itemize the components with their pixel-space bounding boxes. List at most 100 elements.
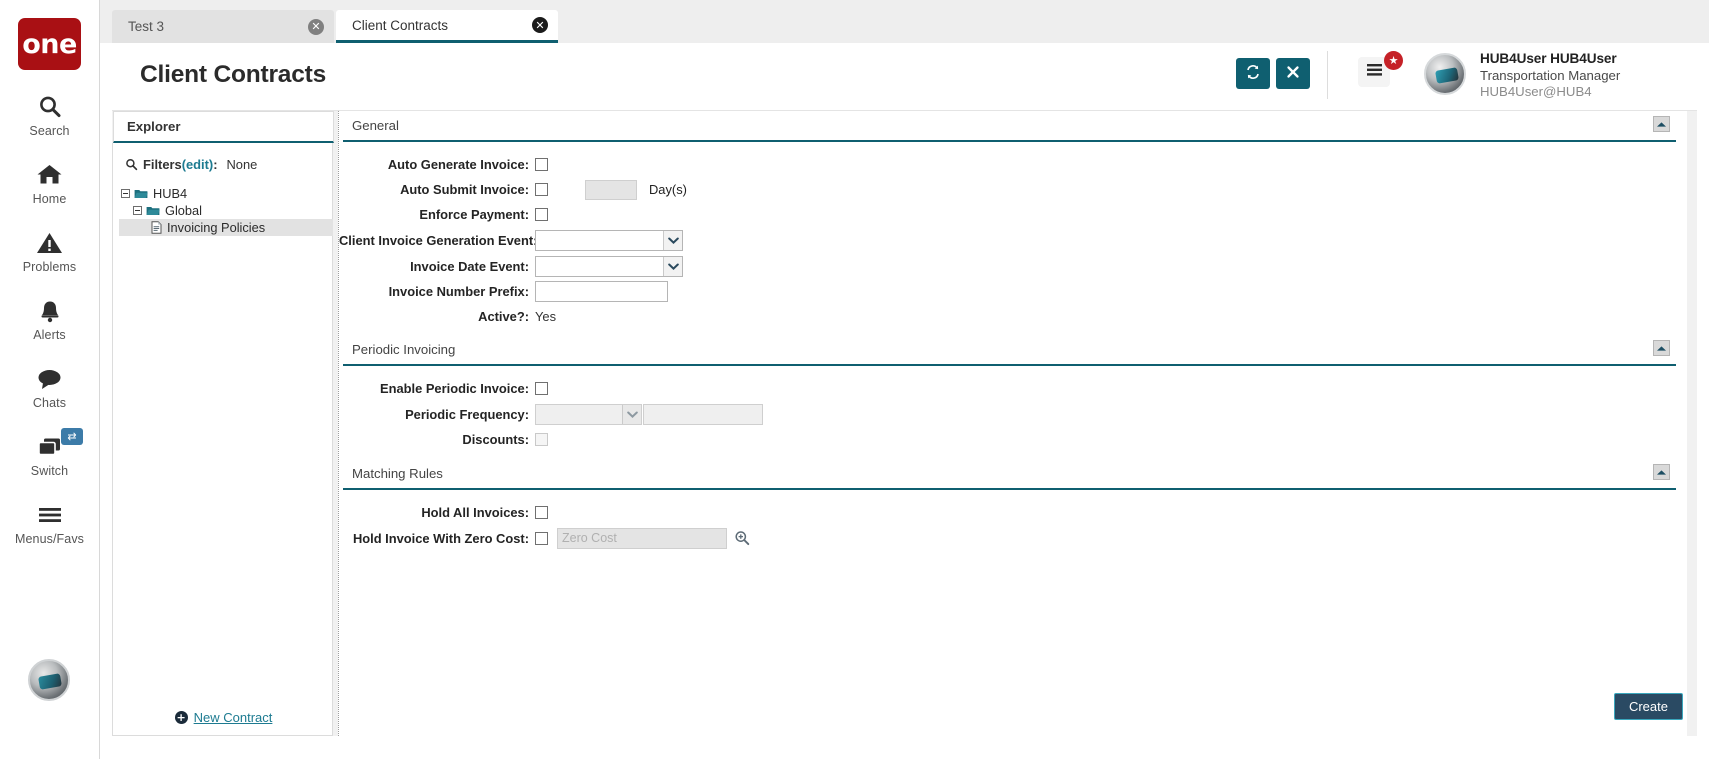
explorer-panel: Explorer Filters (edit) : None HUB4 bbox=[112, 143, 333, 736]
left-navigation-rail: one Search Home Problems Alerts bbox=[0, 0, 100, 759]
filters-edit-link[interactable]: (edit) bbox=[182, 157, 214, 172]
tab-client-contracts[interactable]: Client Contracts ✕ bbox=[336, 10, 558, 43]
folder-icon bbox=[134, 188, 148, 199]
explorer-tree: HUB4 Global Invoicing Policies bbox=[119, 185, 333, 236]
user-role: Transportation Manager bbox=[1480, 68, 1620, 83]
field-hold-invoice-with-zero-cost: Hold Invoice With Zero Cost: bbox=[339, 525, 1676, 551]
chevron-down-icon[interactable] bbox=[663, 231, 682, 250]
field-label: Discounts: bbox=[339, 432, 535, 447]
select-value bbox=[536, 405, 622, 424]
collapse-caret-icon[interactable] bbox=[1653, 464, 1670, 480]
rail-label-menus-favs: Menus/Favs bbox=[15, 532, 84, 546]
active-value: Yes bbox=[535, 309, 556, 324]
magnifier-plus-icon[interactable] bbox=[734, 530, 750, 546]
field-enforce-payment: Enforce Payment: bbox=[339, 202, 1676, 227]
enforce-payment-checkbox[interactable] bbox=[535, 208, 548, 221]
home-icon bbox=[36, 160, 63, 190]
rail-item-menus-favs[interactable]: Menus/Favs bbox=[0, 500, 99, 546]
page-header: Client Contracts ★ HUB4User HUB4User Tra… bbox=[112, 43, 1697, 111]
hold-invoice-zero-cost-checkbox[interactable] bbox=[535, 532, 548, 545]
periodic-frequency-select-secondary[interactable] bbox=[643, 404, 763, 425]
collapse-toggle-icon[interactable] bbox=[133, 206, 142, 215]
chevron-down-icon[interactable] bbox=[622, 405, 641, 424]
invoice-number-prefix-input[interactable] bbox=[535, 281, 668, 302]
work-area: Explorer Filters (edit) : None HUB4 bbox=[112, 111, 1697, 736]
field-enable-periodic-invoice: Enable Periodic Invoice: bbox=[339, 376, 1676, 401]
bell-icon bbox=[38, 296, 62, 326]
field-label: Client Invoice Generation Event: bbox=[339, 233, 535, 248]
field-label: Auto Submit Invoice: bbox=[339, 182, 535, 197]
discounts-checkbox[interactable] bbox=[535, 433, 548, 446]
section-title: Periodic Invoicing bbox=[352, 342, 455, 357]
warning-triangle-icon bbox=[36, 228, 63, 258]
rail-item-home[interactable]: Home bbox=[0, 160, 99, 206]
periodic-frequency-select-primary[interactable] bbox=[535, 404, 642, 425]
close-page-button[interactable] bbox=[1276, 58, 1310, 89]
rail-item-chats[interactable]: Chats bbox=[0, 364, 99, 410]
collapse-caret-icon[interactable] bbox=[1653, 116, 1670, 132]
enable-periodic-invoice-checkbox[interactable] bbox=[535, 382, 548, 395]
select-value bbox=[644, 405, 762, 424]
rail-user-avatar[interactable] bbox=[28, 659, 70, 701]
tab-label: Test 3 bbox=[128, 19, 282, 34]
zero-cost-input[interactable] bbox=[557, 528, 727, 549]
field-label: Hold Invoice With Zero Cost: bbox=[339, 531, 535, 546]
auto-submit-days-input[interactable] bbox=[585, 180, 637, 200]
explorer-title: Explorer bbox=[113, 111, 334, 143]
rail-item-alerts[interactable]: Alerts bbox=[0, 296, 99, 342]
field-discounts: Discounts: bbox=[339, 427, 1676, 452]
star-badge-icon: ★ bbox=[1384, 51, 1403, 70]
avatar[interactable] bbox=[1424, 53, 1466, 95]
collapse-caret-icon[interactable] bbox=[1653, 340, 1670, 356]
field-active: Active?: Yes bbox=[339, 304, 1676, 328]
tree-node-label: Invoicing Policies bbox=[167, 220, 265, 235]
hamburger-icon bbox=[36, 500, 64, 530]
chevron-down-icon[interactable] bbox=[663, 257, 682, 276]
auto-generate-invoice-checkbox[interactable] bbox=[535, 158, 548, 171]
tree-node-label: Global bbox=[165, 203, 202, 218]
tab-test-3[interactable]: Test 3 ✕ bbox=[112, 10, 334, 43]
swap-arrows-icon[interactable]: ⇄ bbox=[61, 428, 83, 445]
field-label: Periodic Frequency: bbox=[339, 407, 535, 422]
tree-node-hub4[interactable]: HUB4 bbox=[119, 185, 333, 202]
page-title: Client Contracts bbox=[140, 61, 326, 89]
field-label: Invoice Date Event: bbox=[339, 259, 535, 274]
field-client-invoice-generation-event: Client Invoice Generation Event: bbox=[339, 227, 1676, 254]
rail-item-switch[interactable]: ⇄ Switch bbox=[0, 432, 99, 478]
rail-item-search[interactable]: Search bbox=[0, 92, 99, 138]
rail-label-chats: Chats bbox=[33, 396, 66, 410]
folder-icon bbox=[146, 205, 160, 216]
tree-node-invoicing-policies[interactable]: Invoicing Policies bbox=[119, 219, 333, 236]
form-footer: Create bbox=[338, 683, 1697, 736]
new-contract-label: New Contract bbox=[194, 710, 273, 725]
close-icon[interactable]: ✕ bbox=[532, 17, 548, 33]
explorer-filters-row: Filters (edit) : None bbox=[125, 157, 257, 172]
collapse-toggle-icon[interactable] bbox=[121, 189, 130, 198]
refresh-button[interactable] bbox=[1236, 58, 1270, 89]
client-invoice-generation-event-select[interactable] bbox=[535, 230, 683, 251]
user-email: HUB4User@HUB4 bbox=[1480, 84, 1620, 99]
create-button[interactable]: Create bbox=[1614, 693, 1683, 720]
section-title: Matching Rules bbox=[352, 466, 443, 481]
user-info-block: HUB4User HUB4User Transportation Manager… bbox=[1480, 51, 1620, 99]
hold-all-invoices-checkbox[interactable] bbox=[535, 506, 548, 519]
section-header-periodic-invoicing: Periodic Invoicing bbox=[343, 335, 1676, 366]
plus-circle-icon: + bbox=[175, 711, 188, 724]
tree-node-label: HUB4 bbox=[153, 186, 187, 201]
field-label: Enforce Payment: bbox=[339, 207, 535, 222]
tree-node-global[interactable]: Global bbox=[119, 202, 333, 219]
invoice-date-event-select[interactable] bbox=[535, 256, 683, 277]
field-label: Auto Generate Invoice: bbox=[339, 157, 535, 172]
section-header-matching-rules: Matching Rules bbox=[343, 459, 1676, 490]
hamburger-menu-icon bbox=[1366, 63, 1383, 82]
auto-submit-invoice-checkbox[interactable] bbox=[535, 183, 548, 196]
new-contract-link[interactable]: + New Contract bbox=[113, 710, 334, 725]
select-value bbox=[536, 231, 663, 250]
section-title: General bbox=[352, 118, 399, 133]
vertical-scroll-gutter[interactable] bbox=[1687, 111, 1697, 736]
rail-item-problems[interactable]: Problems bbox=[0, 228, 99, 274]
close-icon[interactable]: ✕ bbox=[308, 19, 324, 35]
field-label: Hold All Invoices: bbox=[339, 505, 535, 520]
filters-value: None bbox=[227, 157, 258, 172]
section-header-general: General bbox=[343, 111, 1676, 142]
